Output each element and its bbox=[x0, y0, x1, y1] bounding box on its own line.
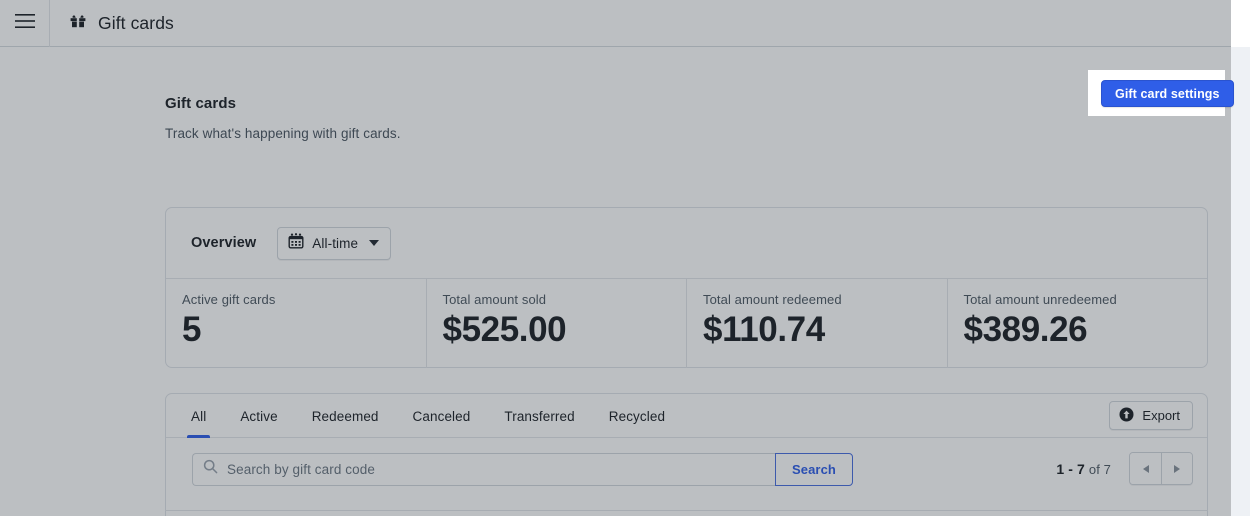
pagination-next-button[interactable] bbox=[1161, 453, 1192, 484]
stat-label: Total amount unredeemed bbox=[964, 292, 1208, 307]
top-bar: Gift cards bbox=[0, 0, 1231, 47]
date-range-value: All-time bbox=[312, 236, 358, 251]
tab-label: All bbox=[191, 409, 206, 424]
pagination-count: 1 - 7 of 7 bbox=[1056, 461, 1111, 477]
stat-total-amount-redeemed: Total amount redeemed $110.74 bbox=[687, 279, 948, 368]
tab-all[interactable]: All bbox=[174, 394, 223, 438]
arrow-left-icon bbox=[1143, 465, 1149, 473]
date-range-picker[interactable]: All-time bbox=[277, 227, 391, 260]
hamburger-icon bbox=[15, 14, 35, 33]
export-button[interactable]: Export bbox=[1109, 401, 1193, 430]
stat-total-amount-sold: Total amount sold $525.00 bbox=[427, 279, 688, 368]
stat-total-amount-unredeemed: Total amount unredeemed $389.26 bbox=[948, 279, 1208, 368]
tab-active[interactable]: Active bbox=[223, 394, 294, 438]
arrow-right-icon bbox=[1174, 465, 1180, 473]
pagination-prev-button[interactable] bbox=[1130, 453, 1161, 484]
right-rail-top bbox=[1231, 0, 1250, 47]
tab-label: Redeemed bbox=[312, 409, 379, 424]
stat-value: $389.26 bbox=[964, 310, 1208, 349]
gift-card-settings-label: Gift card settings bbox=[1115, 87, 1220, 101]
tab-label: Canceled bbox=[413, 409, 471, 424]
menu-toggle-button[interactable] bbox=[0, 0, 50, 47]
search-group: Search bbox=[192, 453, 853, 486]
stats-row: Active gift cards 5 Total amount sold $5… bbox=[166, 279, 1207, 368]
breadcrumb: Gift cards bbox=[50, 12, 174, 35]
stat-label: Total amount redeemed bbox=[703, 292, 947, 307]
stat-value: $110.74 bbox=[703, 310, 947, 349]
right-rail bbox=[1231, 0, 1250, 516]
stat-value: 5 bbox=[182, 310, 426, 349]
overview-card: Overview bbox=[165, 207, 1208, 368]
gift-card-settings-button[interactable]: Gift card settings bbox=[1101, 80, 1234, 107]
chevron-down-icon bbox=[369, 240, 379, 246]
stat-active-gift-cards: Active gift cards 5 bbox=[166, 279, 427, 368]
app-root: Gift cards Gift cards Track what's happe… bbox=[0, 0, 1250, 516]
tab-label: Transferred bbox=[504, 409, 574, 424]
tab-transferred[interactable]: Transferred bbox=[487, 394, 591, 438]
content-area: Gift cards Track what's happening with g… bbox=[0, 47, 1231, 516]
tab-redeemed[interactable]: Redeemed bbox=[295, 394, 396, 438]
search-icon bbox=[203, 459, 218, 479]
stat-label: Total amount sold bbox=[443, 292, 687, 307]
top-bar-title: Gift cards bbox=[98, 13, 174, 34]
page-subtitle: Track what's happening with gift cards. bbox=[165, 126, 401, 141]
pagination-buttons bbox=[1129, 452, 1193, 485]
tab-list: All Active Redeemed Canceled Transferred bbox=[166, 394, 682, 438]
pagination: 1 - 7 of 7 bbox=[1056, 452, 1193, 485]
calendar-icon bbox=[288, 233, 304, 254]
list-toolbar: Search 1 - 7 of 7 bbox=[166, 438, 1207, 500]
bottom-divider bbox=[165, 510, 1208, 511]
tab-canceled[interactable]: Canceled bbox=[396, 394, 488, 438]
tabs-row: All Active Redeemed Canceled Transferred bbox=[166, 394, 1207, 438]
gift-icon bbox=[69, 12, 87, 35]
overview-label: Overview bbox=[191, 235, 256, 251]
tab-recycled[interactable]: Recycled bbox=[592, 394, 682, 438]
search-box[interactable] bbox=[192, 453, 775, 486]
export-circle-arrow-icon bbox=[1119, 407, 1134, 425]
search-button[interactable]: Search bbox=[775, 453, 853, 486]
search-button-label: Search bbox=[792, 462, 836, 477]
pagination-range: 1 - 7 bbox=[1056, 461, 1085, 477]
export-button-label: Export bbox=[1142, 408, 1180, 423]
stat-value: $525.00 bbox=[443, 310, 687, 349]
stat-label: Active gift cards bbox=[182, 292, 426, 307]
search-input[interactable] bbox=[227, 462, 747, 477]
page-title: Gift cards bbox=[165, 95, 401, 112]
gift-cards-list-card: All Active Redeemed Canceled Transferred bbox=[165, 393, 1208, 516]
page-header: Gift cards Track what's happening with g… bbox=[165, 95, 401, 141]
pagination-total: of 7 bbox=[1089, 462, 1111, 477]
tab-label: Active bbox=[240, 409, 277, 424]
tab-label: Recycled bbox=[609, 409, 665, 424]
overview-card-header: Overview bbox=[166, 208, 1207, 279]
page-canvas: Gift cards Gift cards Track what's happe… bbox=[0, 0, 1231, 516]
